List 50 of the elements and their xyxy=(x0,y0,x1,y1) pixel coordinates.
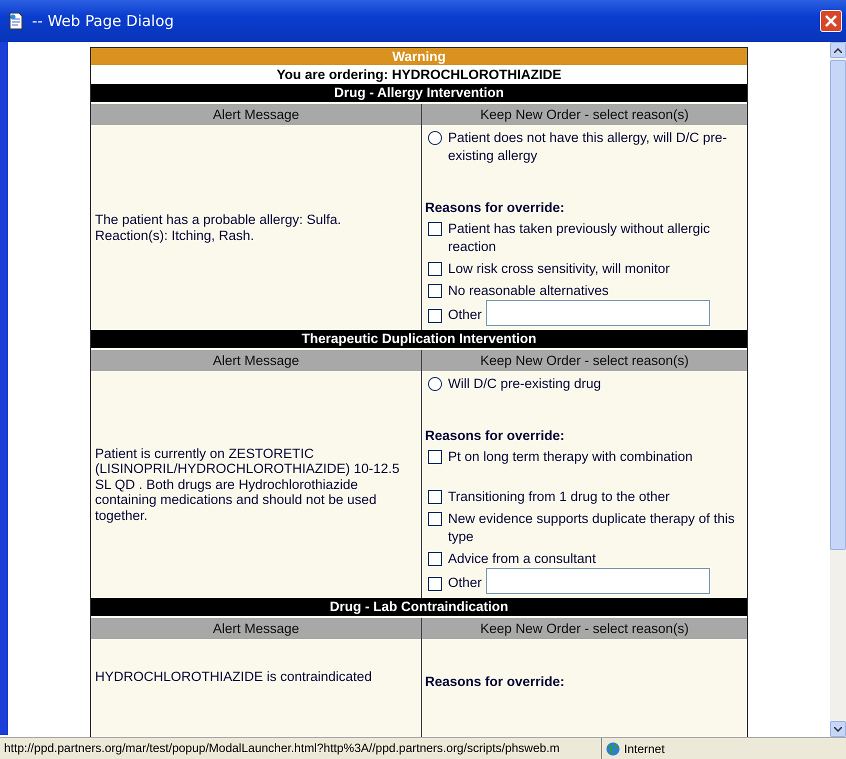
scroll-up-button[interactable] xyxy=(830,42,846,58)
alert-message: Patient is currently on ZESTORETIC (LISINOPRIL/HYDROCHLOROTHIAZIDE) 10-12.5 SL QD . Both drugs are Hydrochlorothiazide containing medications and should not be used together. xyxy=(95,446,401,524)
checkbox[interactable] xyxy=(428,284,442,298)
column-header: Alert Message xyxy=(91,104,421,125)
close-button[interactable] xyxy=(820,10,842,32)
radio-button[interactable] xyxy=(428,131,442,145)
section-header: Drug - Lab Contraindication xyxy=(91,598,747,616)
override-heading: Reasons for override: xyxy=(425,427,566,445)
reason-label: Advice from a consultant xyxy=(448,550,596,568)
checkbox[interactable] xyxy=(428,490,442,504)
reason-label: Low risk cross sensitivity, will monitor xyxy=(448,260,670,278)
column-header: Alert Message xyxy=(91,350,421,371)
radio-label: Will D/C pre-existing drug xyxy=(448,375,602,393)
globe-icon xyxy=(606,742,620,756)
reason-label: Pt on long term therapy with combination xyxy=(448,448,693,466)
reason-label: No reasonable alternatives xyxy=(448,282,609,300)
checkbox[interactable] xyxy=(428,552,442,566)
other-reason-field[interactable] xyxy=(486,300,710,326)
scrollbar-thumb[interactable] xyxy=(830,60,846,550)
window-title: -- Web Page Dialog xyxy=(32,12,175,30)
column-header: Keep New Order - select reason(s) xyxy=(421,350,747,371)
checkbox[interactable] xyxy=(428,577,442,591)
alert-message: The patient has a probable allergy: Sulfa. Reaction(s): Itching, Rash. xyxy=(95,212,342,243)
status-url: http://ppd.partners.org/mar/test/popup/ModalLauncher.html?http%3A//ppd.partners.org/scripts/phsweb.m xyxy=(0,738,602,759)
reason-label: Transitioning from 1 drug to the other xyxy=(448,488,670,506)
reason-label: New evidence supports duplicate therapy of this type xyxy=(448,510,736,546)
column-header: Keep New Order - select reason(s) xyxy=(421,104,747,125)
checkbox[interactable] xyxy=(428,309,442,323)
override-heading: Reasons for override: xyxy=(425,673,566,691)
reason-label: Other xyxy=(448,574,482,592)
alert-message: HYDROCHLOROTHIAZIDE is contraindicated xyxy=(95,669,372,684)
other-reason-field[interactable] xyxy=(486,568,710,594)
section-header: Therapeutic Duplication Intervention xyxy=(91,330,747,348)
reason-label: Patient has taken previously without allergic reaction xyxy=(448,220,711,256)
document-icon xyxy=(8,12,24,30)
checkbox[interactable] xyxy=(428,222,442,236)
close-icon xyxy=(825,15,837,27)
scroll-down-button[interactable] xyxy=(830,721,846,737)
override-heading: Reasons for override: xyxy=(425,199,566,217)
reason-label: Other xyxy=(448,306,482,324)
section-header: Drug - Allergy Intervention xyxy=(91,84,747,102)
radio-button[interactable] xyxy=(428,377,442,391)
column-header: Keep New Order - select reason(s) xyxy=(421,618,747,639)
column-header: Alert Message xyxy=(91,618,421,639)
checkbox[interactable] xyxy=(428,450,442,464)
checkbox[interactable] xyxy=(428,512,442,526)
zone-label: Internet xyxy=(624,742,665,756)
warning-banner: Warning xyxy=(91,48,747,65)
radio-label: Patient does not have this allergy, will D/C pre-existing allergy xyxy=(448,129,728,165)
checkbox[interactable] xyxy=(428,262,442,276)
